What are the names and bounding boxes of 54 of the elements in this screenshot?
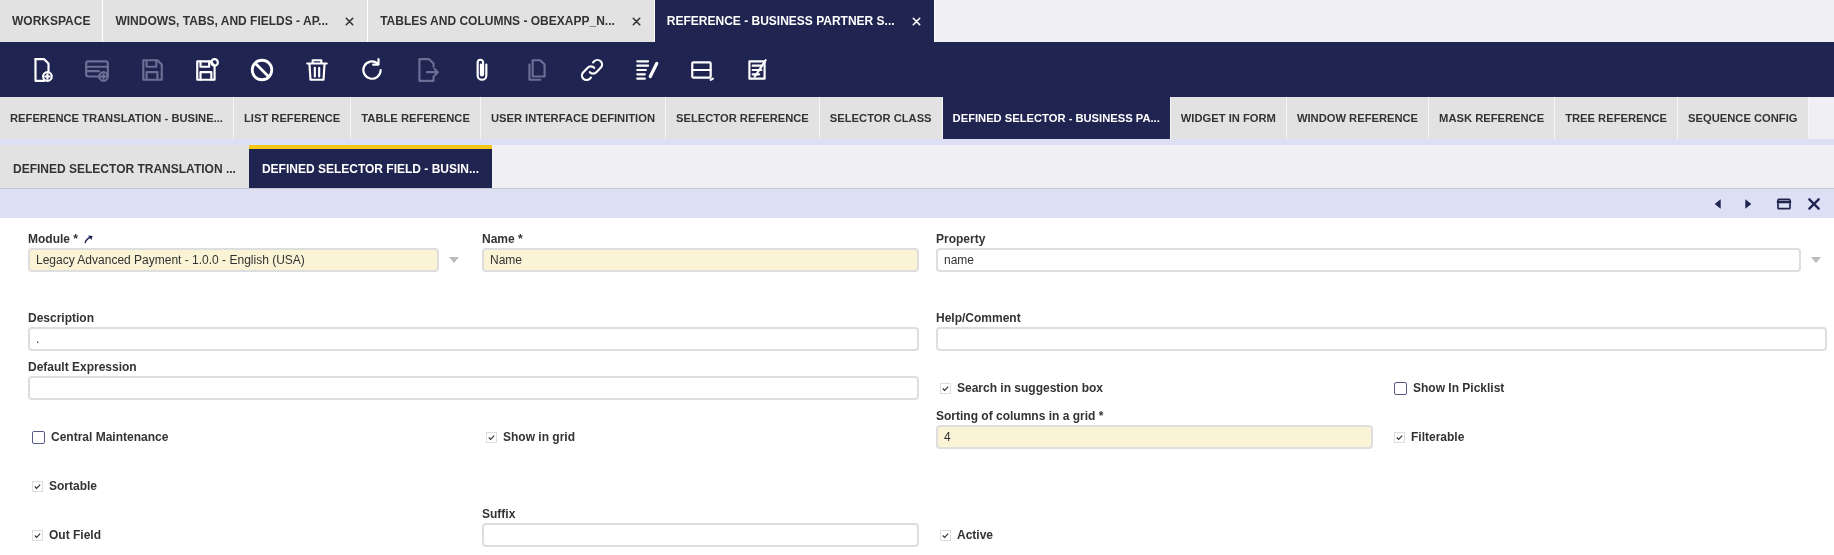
tab[interactable]: SEQUENCE CONFIG xyxy=(1678,97,1809,139)
checkbox-label: Show In Picklist xyxy=(1413,381,1505,395)
checkbox-label: Show in grid xyxy=(503,430,575,444)
tab[interactable]: SELECTOR CLASS xyxy=(819,97,943,139)
field-label: Sorting of columns in a grid * xyxy=(936,409,1104,423)
tab[interactable]: MASK REFERENCE xyxy=(1429,97,1556,139)
input-field[interactable] xyxy=(936,327,1827,351)
tab[interactable]: USER INTERFACE DEFINITION xyxy=(480,97,666,139)
field-label: Property xyxy=(936,232,986,246)
tab[interactable]: DEFINED SELECTOR - BUSINESS PA... xyxy=(942,97,1171,139)
input-field[interactable]: Name xyxy=(482,248,919,272)
checkbox-label: Search in suggestion box xyxy=(957,381,1104,395)
cancel-icon[interactable] xyxy=(249,56,275,83)
field-label: Module * xyxy=(28,232,78,246)
tab[interactable]: DEFINED SELECTOR TRANSLATION ... xyxy=(0,145,249,188)
checkbox-label: Active xyxy=(957,528,994,542)
checkbox-label: Sortable xyxy=(49,479,97,493)
checkbox-label: Central Maintenance xyxy=(51,430,169,444)
close-icon[interactable] xyxy=(910,15,922,27)
link-icon[interactable] xyxy=(579,56,605,83)
close-icon[interactable] xyxy=(344,15,356,27)
input-field[interactable]: . xyxy=(28,327,919,351)
tab[interactable]: WINDOW REFERENCE xyxy=(1286,97,1430,139)
arrow-icon[interactable] xyxy=(83,234,93,244)
tab[interactable]: TREE REFERENCE xyxy=(1555,97,1679,139)
checkbox-label: Out Field xyxy=(49,528,101,542)
checkbox-label: Filterable xyxy=(1411,430,1465,444)
input-field[interactable]: 4 xyxy=(936,425,1373,449)
field-label: Description xyxy=(28,311,94,325)
tab[interactable]: REFERENCE TRANSLATION - BUSINE... xyxy=(0,97,234,139)
tab[interactable]: WIDGET IN FORM xyxy=(1170,97,1287,139)
tab[interactable]: LIST REFERENCE xyxy=(234,97,352,139)
input-field[interactable]: Legacy Advanced Payment - 1.0.0 - English (USA) xyxy=(28,248,439,272)
field-label: Suffix xyxy=(482,507,516,521)
checkbox[interactable] xyxy=(1394,381,1407,395)
window-tab[interactable]: WINDOWS, TABS, AND FIELDS - AP... xyxy=(103,0,369,42)
floppy-disk-icon[interactable] xyxy=(194,56,220,83)
refresh-icon[interactable] xyxy=(359,56,385,83)
close-icon[interactable] xyxy=(1806,195,1822,212)
tab[interactable]: TABLE REFERENCE xyxy=(351,97,481,139)
trash-icon[interactable] xyxy=(304,56,330,83)
input-field[interactable] xyxy=(28,376,919,400)
checkbox[interactable] xyxy=(32,430,45,444)
window-tab[interactable]: REFERENCE - BUSINESS PARTNER S... xyxy=(654,0,935,42)
window-tab[interactable]: TABLES AND COLUMNS - OBEXAPP_N... xyxy=(368,0,655,42)
input-field[interactable] xyxy=(482,523,919,547)
tab[interactable]: SELECTOR REFERENCE xyxy=(666,97,820,139)
input-field[interactable]: name xyxy=(936,248,1801,272)
field-label: Help/Comment xyxy=(936,311,1021,325)
field-label: Default Expression xyxy=(28,360,137,374)
window-tab[interactable]: WORKSPACE xyxy=(0,0,104,42)
field-label: Name * xyxy=(482,232,523,246)
close-icon[interactable] xyxy=(630,15,642,27)
tab[interactable]: DEFINED SELECTOR FIELD - BUSIN... xyxy=(248,145,493,188)
